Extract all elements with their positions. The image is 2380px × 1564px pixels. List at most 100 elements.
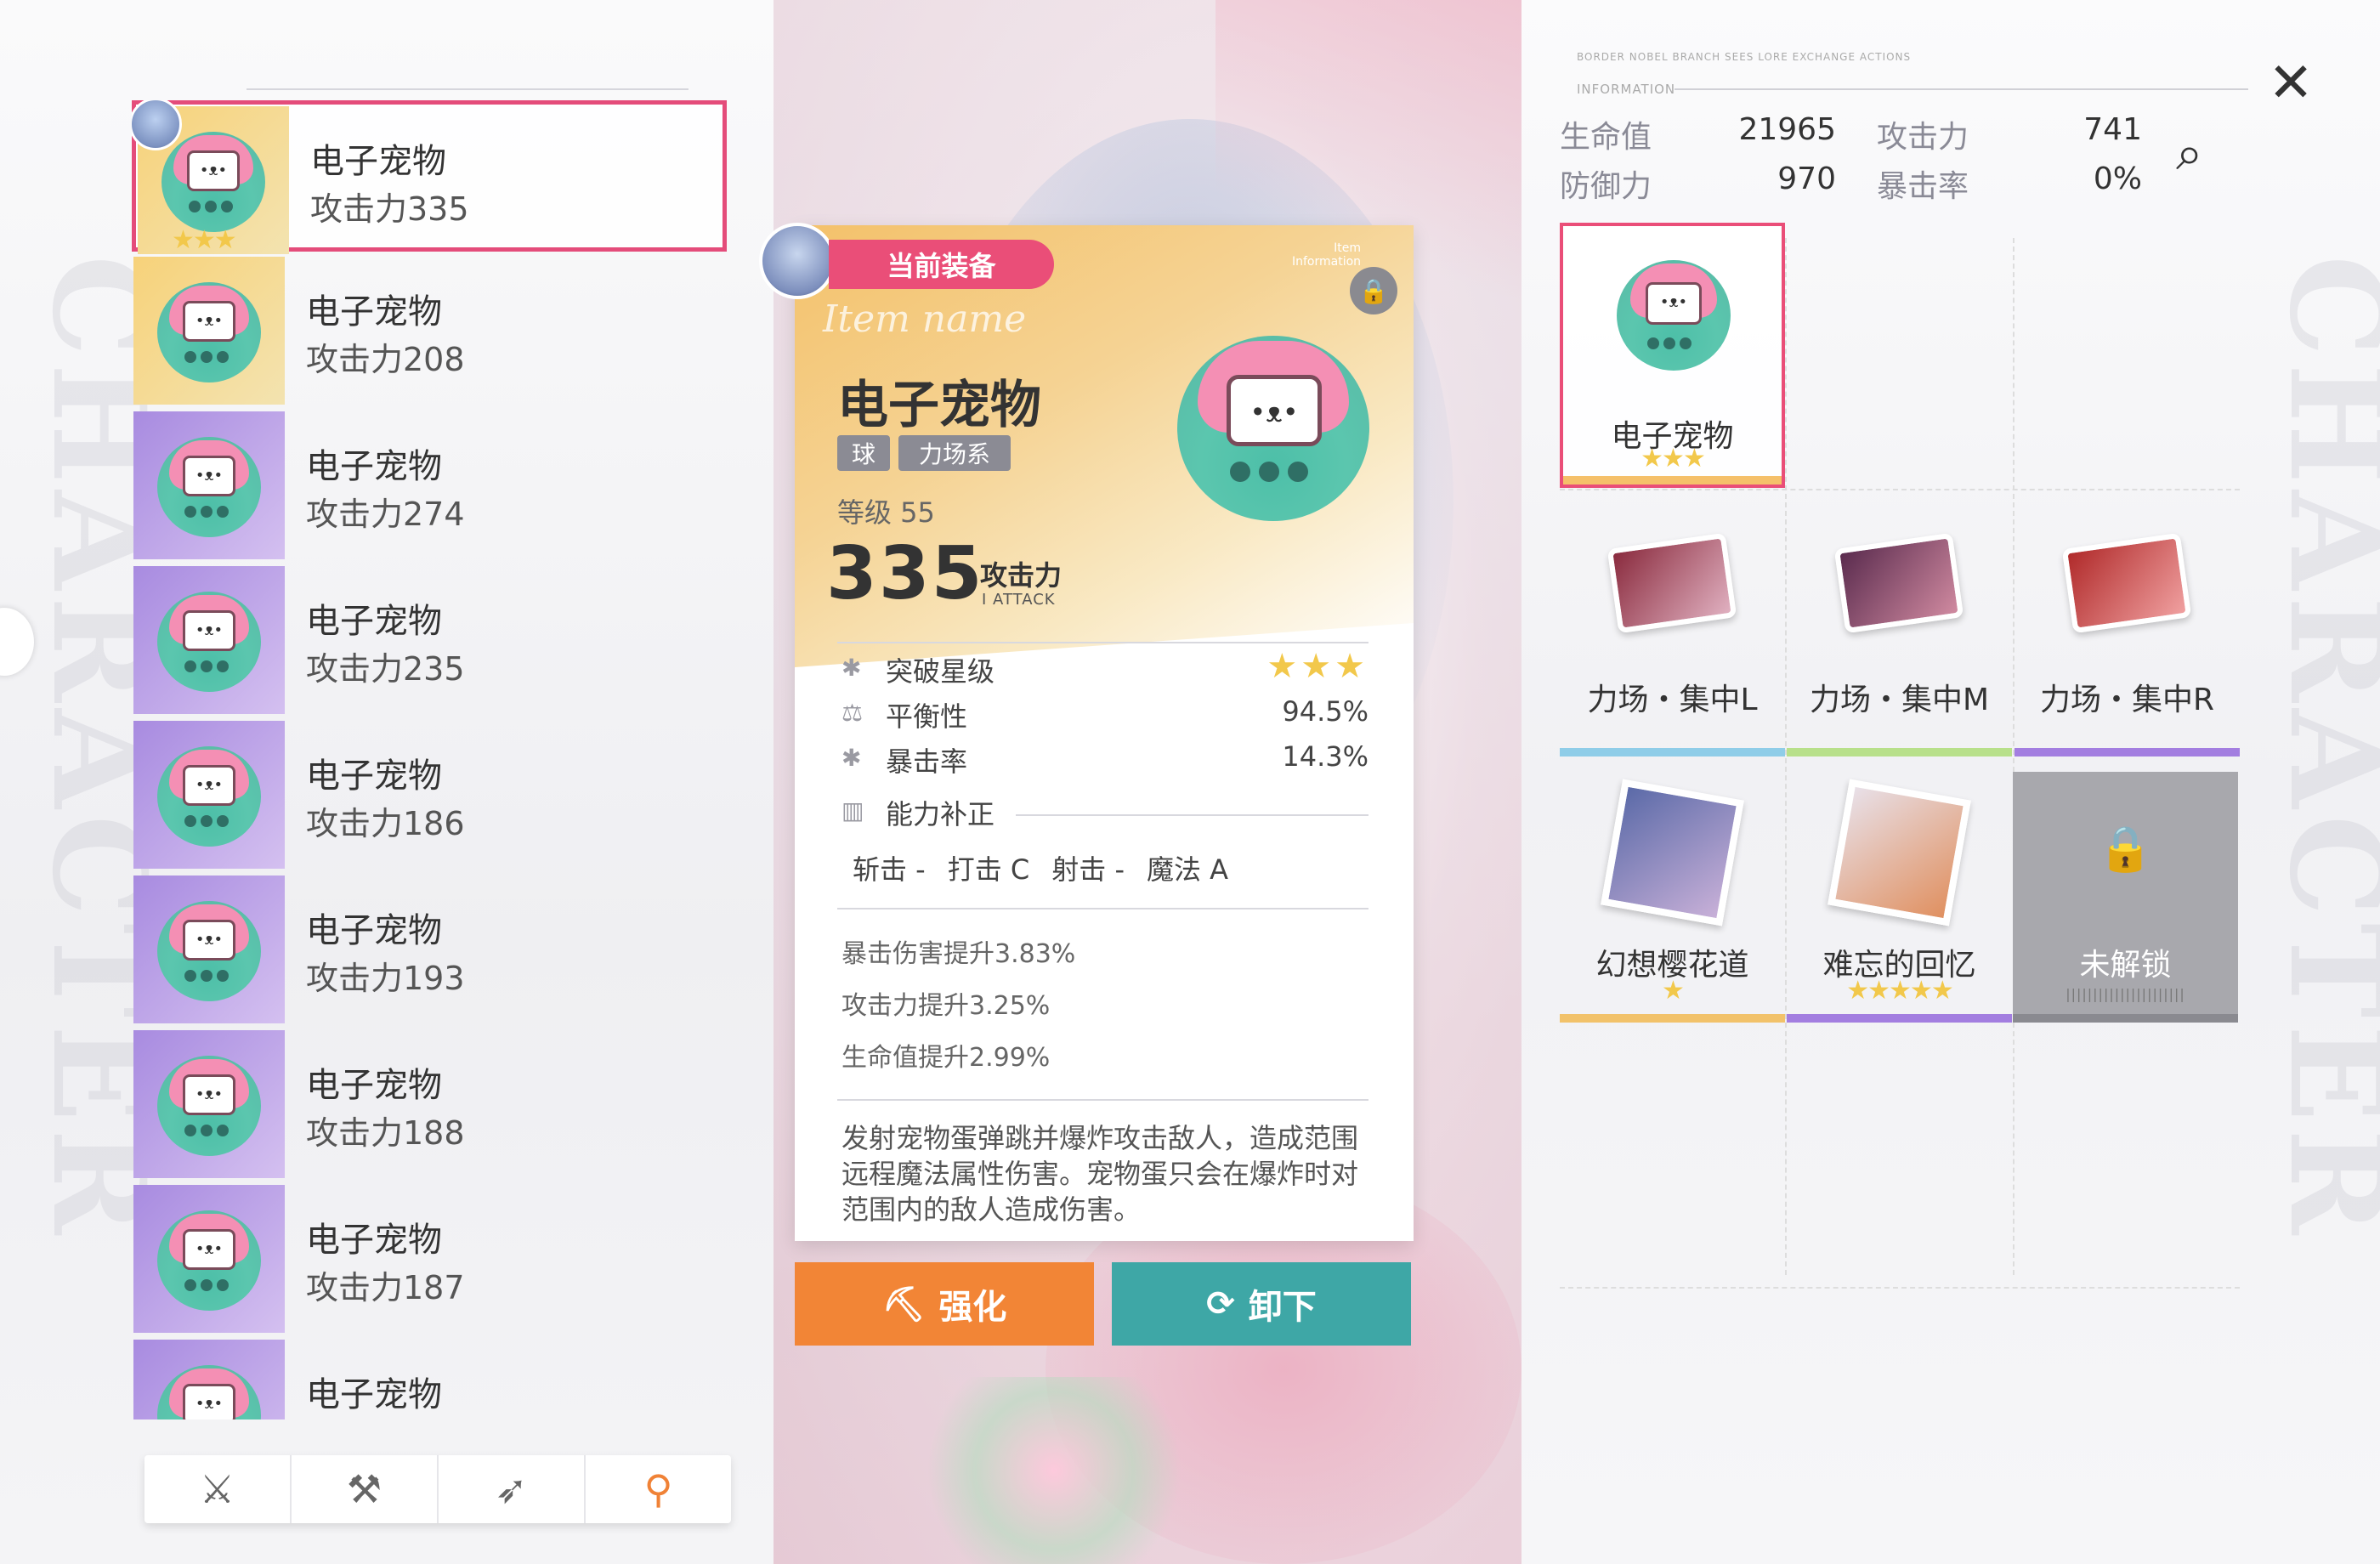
- list-item[interactable]: •ᴥ• 电子宠物: [132, 1338, 727, 1420]
- character-watermark-right: CHARACTER: [2261, 255, 2380, 1242]
- hp-value: 21965: [1738, 112, 1836, 147]
- def-label: 防御力: [1560, 169, 1652, 204]
- weapon-name: 电子宠物: [306, 911, 442, 950]
- slot-force-m-name: 力场・集中M: [1809, 683, 1990, 717]
- list-item[interactable]: •ᴥ• 电子宠物 攻击力187: [132, 1183, 727, 1334]
- list-item[interactable]: •ᴥ• ★★★ 电子宠物 攻击力335: [132, 100, 727, 255]
- slot-weapon[interactable]: •ᴥ• 电子宠物 ★★★: [1560, 223, 1785, 488]
- weapon-name: 电子宠物: [306, 1221, 442, 1260]
- divider: [837, 1099, 1368, 1101]
- pet-icon: •ᴥ•: [157, 1365, 261, 1420]
- tab-sword[interactable]: ⚔: [144, 1455, 292, 1523]
- weapon-thumbnail: •ᴥ•: [133, 566, 285, 714]
- weapon-thumbnail: •ᴥ•: [133, 1030, 285, 1178]
- slot-force-r-name: 力场・集中R: [2039, 683, 2214, 717]
- weapon-attack: 攻击力335: [310, 190, 469, 228]
- force-card-image: [1833, 532, 1964, 634]
- tab-gun[interactable]: ➶: [439, 1455, 586, 1523]
- rarity-bar: [1563, 476, 1782, 484]
- slot-force-m[interactable]: 力场・集中M: [1787, 518, 2012, 756]
- slot-force-l[interactable]: 力场・集中L: [1560, 518, 1785, 756]
- grid-line: [1785, 238, 1787, 1275]
- ability-magic: 魔法 A: [1147, 853, 1229, 886]
- ability-modifiers: 斩击 - 打击 C 射击 - 魔法 A: [853, 848, 1363, 887]
- force-card-image: [2061, 532, 2192, 634]
- force-card-image: [1606, 532, 1737, 634]
- slot-force-r[interactable]: 力场・集中R: [2014, 518, 2240, 756]
- atk-label: 攻击力: [1877, 120, 1969, 155]
- enhance-button[interactable]: ⛏ 强化: [795, 1262, 1094, 1346]
- pet-icon: •ᴥ•: [157, 1210, 261, 1311]
- enhance-label: 强化: [938, 1288, 1007, 1327]
- stat-break-stars: ✱ 突破星级 ★★★: [842, 647, 1368, 693]
- item-title: 电子宠物: [837, 376, 1041, 435]
- close-icon[interactable]: ✕: [2265, 56, 2316, 110]
- grid-line: [2013, 238, 2014, 1275]
- slot-memory-1-stars: ★: [1662, 976, 1685, 1006]
- slot-memory-1[interactable]: 幻想樱花道 ★: [1560, 772, 1785, 1023]
- detail-search-icon[interactable]: ⌕: [2176, 126, 2236, 185]
- tab-wand[interactable]: ⚲: [586, 1455, 731, 1523]
- weapon-thumbnail: •ᴥ•: [133, 876, 285, 1023]
- lock-icon: 🔒: [2098, 824, 2153, 875]
- list-top-divider: [246, 88, 688, 90]
- stat-label: 平衡性: [886, 700, 968, 733]
- weapon-attack: 攻击力186: [306, 805, 465, 842]
- gun-icon: ➶: [495, 1466, 528, 1512]
- attack-value: 335: [826, 531, 984, 616]
- ability-strike: 打击 C: [947, 853, 1030, 886]
- list-item[interactable]: •ᴥ• 电子宠物 攻击力274: [132, 410, 727, 561]
- memory-photo: [1601, 779, 1744, 926]
- refresh-icon: ⟳: [1206, 1284, 1235, 1323]
- tab-hammer[interactable]: ⚒: [292, 1455, 439, 1523]
- weapon-thumbnail: •ᴥ•: [133, 411, 285, 559]
- rarity-bar: [1787, 1014, 2012, 1023]
- stat-label: 暴击率: [886, 745, 968, 778]
- info-tiny-text: BORDER NOBEL BRANCH SEES LORE EXCHANGE A…: [1577, 51, 1912, 63]
- weapon-name: 电子宠物: [306, 447, 442, 486]
- item-info-label[interactable]: Item Information: [1292, 241, 1361, 269]
- slot-force-l-name: 力场・集中L: [1587, 683, 1758, 717]
- divider: [837, 642, 1368, 643]
- pet-icon: •ᴥ•: [157, 282, 261, 382]
- weapon-thumbnail: •ᴥ•: [133, 257, 285, 405]
- list-item[interactable]: •ᴥ• 电子宠物 攻击力186: [132, 719, 727, 870]
- hammer-icon: ⚒: [346, 1466, 382, 1512]
- slot-memory-2-stars: ★★★★★: [1846, 976, 1953, 1006]
- pet-icon: •ᴥ•: [162, 132, 265, 232]
- hammer-icon: ⛏: [881, 1284, 926, 1324]
- stat-label: 突破星级: [886, 655, 995, 688]
- unequip-button[interactable]: ⟳ 卸下: [1112, 1262, 1411, 1346]
- bonus-line: 攻击力提升3.25%: [842, 991, 1051, 1021]
- ability-shoot: 射击 -: [1051, 853, 1125, 886]
- item-level: 等级 55: [837, 496, 935, 529]
- rarity-bar: [2013, 1014, 2238, 1023]
- weapon-name: 电子宠物: [306, 602, 442, 641]
- rarity-bar: [1560, 748, 1785, 756]
- slot-memory-2[interactable]: 难忘的回忆 ★★★★★: [1787, 772, 2012, 1023]
- sword-icon: ⚔: [199, 1466, 235, 1512]
- list-item[interactable]: •ᴥ• 电子宠物攻击力235: [132, 564, 727, 716]
- bonus-line: 生命值提升2.99%: [842, 1043, 1051, 1073]
- type-chip-force: 力场系: [898, 435, 1011, 471]
- list-item[interactable]: •ᴥ• 电子宠物 攻击力193: [132, 874, 727, 1025]
- lock-icon[interactable]: 🔒: [1350, 267, 1397, 314]
- pet-icon: •ᴥ•: [157, 437, 261, 537]
- character-avatar: [759, 223, 836, 299]
- weapon-name: 电子宠物: [306, 1375, 442, 1414]
- bar-chart-icon: ▥: [842, 796, 864, 824]
- item-description: 发射宠物蛋弹跳并爆炸攻击敌人，造成范围远程魔法属性伤害。宠物蛋只会在爆炸时对范围…: [842, 1122, 1359, 1226]
- list-item[interactable]: •ᴥ• 电子宠物 攻击力208: [132, 255, 727, 406]
- pet-icon: •ᴥ•: [157, 592, 261, 692]
- item-name-script: Item name: [823, 298, 1027, 341]
- weapon-name: 电子宠物: [310, 142, 446, 181]
- atk-value: 741: [2083, 112, 2142, 147]
- bonus-line: 暴击伤害提升3.83%: [842, 939, 1076, 969]
- stat-value: 14.3%: [1282, 740, 1368, 773]
- current-equip-tag: 当前装备: [829, 240, 1054, 289]
- slot-locked[interactable]: 🔒 未解锁 ||||||||||||||||||||||: [2013, 772, 2238, 1023]
- list-item[interactable]: •ᴥ• 电子宠物 攻击力188: [132, 1028, 727, 1180]
- grid-line: [1560, 489, 2240, 490]
- weapon-attack: 攻击力235: [306, 650, 465, 688]
- weapon-list[interactable]: •ᴥ• ★★★ 电子宠物 攻击力335 •ᴥ• 电子宠物 攻击力208 •ᴥ• 电子宠物 攻击力2…: [132, 100, 727, 1420]
